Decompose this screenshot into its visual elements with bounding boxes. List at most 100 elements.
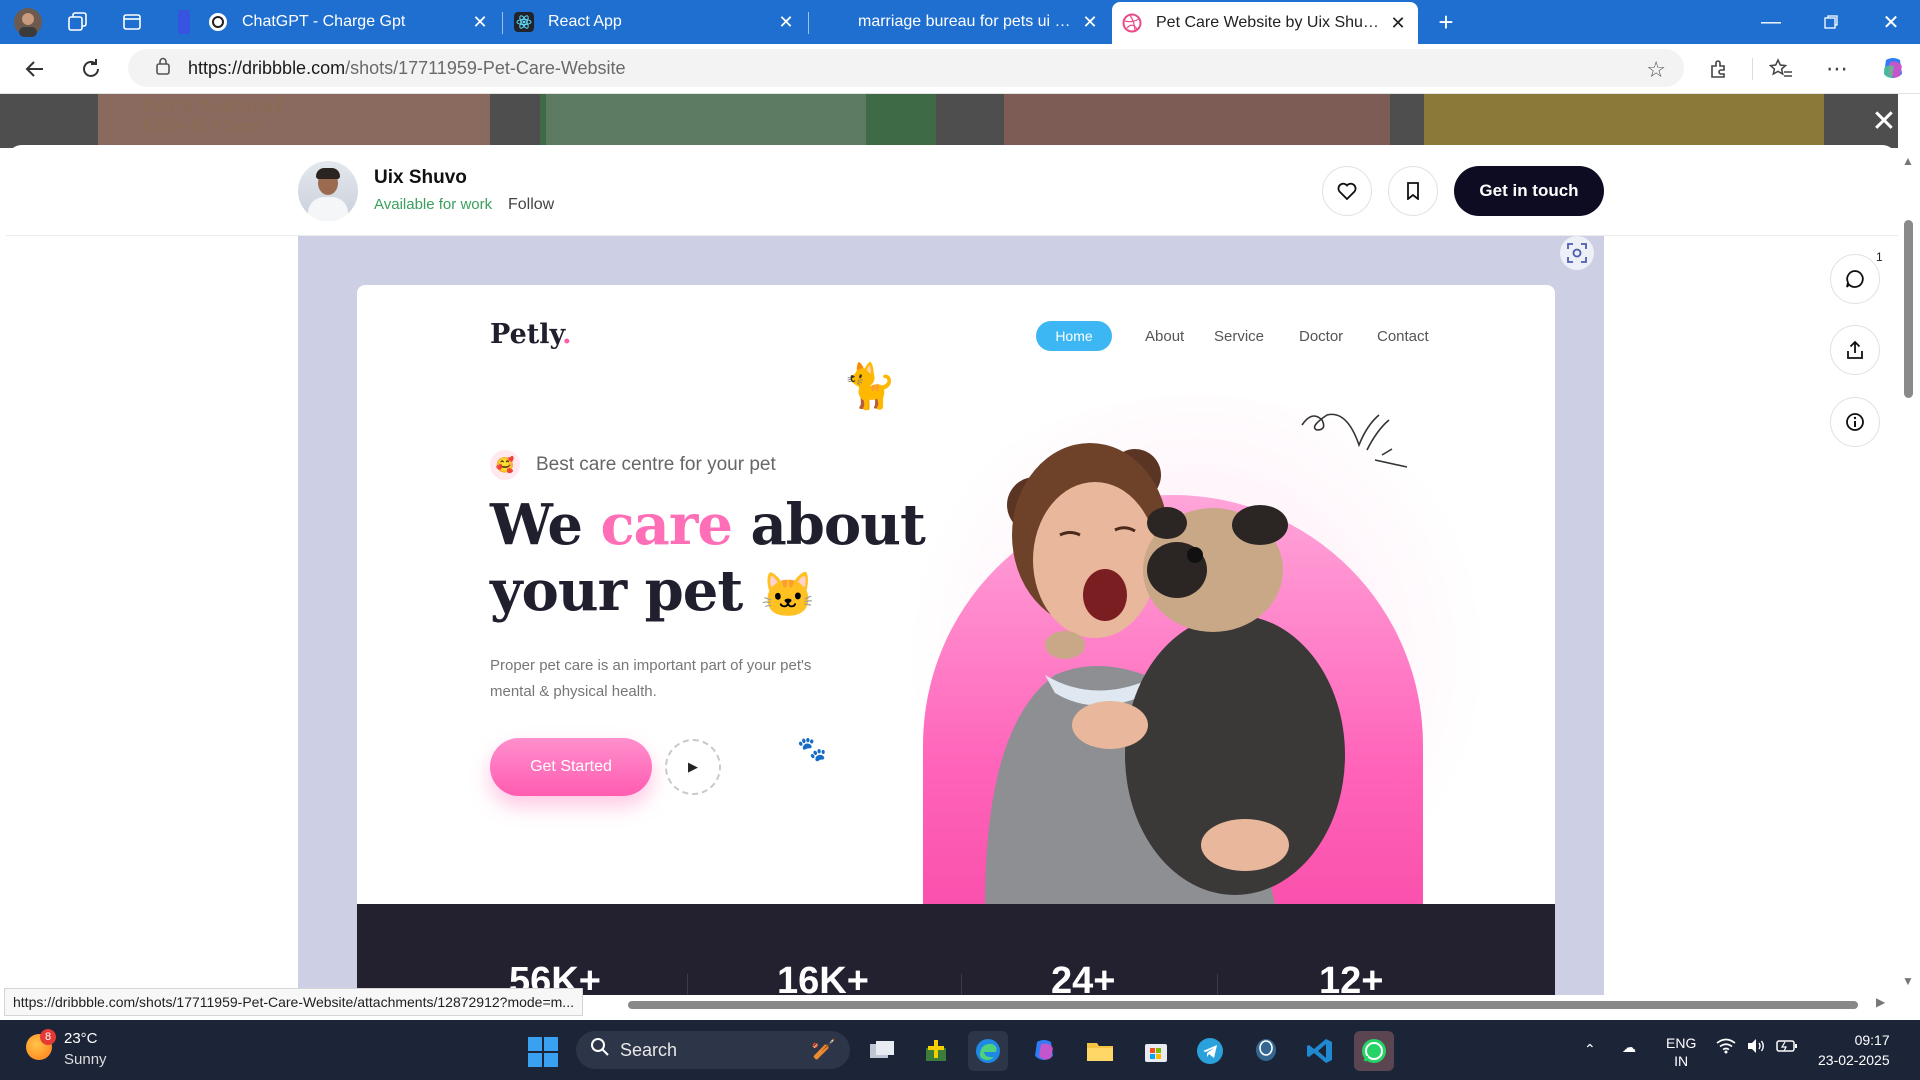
vscode-icon[interactable] (1300, 1031, 1340, 1071)
follow-button[interactable]: Follow (508, 196, 554, 214)
play-icon: ▶ (665, 739, 721, 795)
task-view-icon[interactable] (862, 1031, 902, 1071)
paw-prints-icon: 🐾 (797, 736, 827, 763)
petly-nav-doctor: Doctor (1299, 328, 1344, 345)
bookmark-icon (1407, 182, 1419, 200)
weather-temp[interactable]: 23°C (64, 1030, 98, 1047)
battery-icon[interactable] (1776, 1038, 1798, 1058)
cat-face-icon: 🐱 (760, 570, 816, 621)
extensions-icon[interactable] (1702, 52, 1736, 86)
volume-icon[interactable] (1746, 1038, 1766, 1058)
woman-with-pug-photo (985, 443, 1345, 904)
tab-group-marker (178, 10, 190, 34)
taskbar-clock[interactable]: 09:17 23-02-2025 (1818, 1030, 1890, 1070)
tab-pet-care-website[interactable]: Pet Care Website by Uix Shuvo on ✕ (1112, 2, 1418, 44)
save-button[interactable] (1388, 166, 1438, 216)
scroll-down-icon[interactable]: ▼ (1902, 974, 1914, 988)
search-highlight-icon: 🏏 (811, 1039, 836, 1061)
petly-nav-contact: Contact (1377, 328, 1429, 345)
background-page-strip: Pet's Natural Life & Care (0, 94, 1920, 148)
headline-about: about (731, 492, 925, 558)
kicker-text: Best care centre for your pet (536, 454, 776, 475)
close-tab-icon[interactable]: ✕ (1388, 13, 1408, 34)
petly-description: Proper pet care is an important part of … (490, 657, 812, 700)
tab-marriage-bureau[interactable]: marriage bureau for pets ui screen ✕ (814, 0, 1110, 44)
app-store-plus-icon[interactable] (916, 1031, 956, 1071)
logo-dot: . (562, 319, 572, 350)
designer-name[interactable]: Uix Shuvo (374, 167, 467, 189)
edge-icon[interactable] (968, 1031, 1008, 1071)
lang-line2: IN (1674, 1053, 1689, 1069)
wifi-icon[interactable] (1716, 1038, 1736, 1058)
search-label: Search (620, 1039, 678, 1060)
new-tab-icon[interactable]: + (1430, 6, 1462, 38)
tab-separator (502, 12, 503, 34)
comments-button[interactable] (1830, 254, 1880, 304)
designer-avatar[interactable] (298, 161, 358, 221)
close-tab-icon[interactable]: ✕ (776, 12, 796, 33)
address-bar-row: https://dribbble.com/shots/17711959-Pet-… (0, 44, 1920, 94)
scroll-up-icon[interactable]: ▲ (1902, 154, 1914, 168)
minimize-icon[interactable]: — (1742, 0, 1800, 44)
close-tab-icon[interactable]: ✕ (470, 12, 490, 33)
postgresql-icon[interactable] (1246, 1031, 1286, 1071)
lock-icon[interactable] (150, 57, 176, 79)
url-field[interactable]: https://dribbble.com/shots/17711959-Pet-… (128, 49, 1684, 87)
profile-avatar-icon[interactable] (12, 6, 44, 38)
refresh-icon[interactable] (74, 52, 108, 86)
windows-start-icon[interactable] (528, 1037, 558, 1067)
vertical-scrollbar[interactable]: ▲ ▼ (1898, 94, 1920, 1000)
chatgpt-icon (208, 12, 228, 32)
file-explorer-icon[interactable] (1080, 1031, 1120, 1071)
background-heading-line: Life & Care (142, 115, 263, 137)
tab-actions-icon[interactable] (116, 6, 148, 38)
scroll-right-icon[interactable]: ▶ (1876, 995, 1885, 1009)
tab-chatgpt[interactable]: ChatGPT - Charge Gpt ✕ (198, 0, 500, 44)
more-icon[interactable]: ⋯ (1820, 52, 1854, 86)
smiling-face-icon: 🥰 (490, 450, 520, 480)
stat-value: 12+ (1319, 960, 1384, 995)
vertical-scroll-thumb[interactable] (1904, 220, 1913, 398)
back-icon[interactable] (18, 52, 52, 86)
search-icon (590, 1037, 610, 1063)
telegram-icon[interactable] (1190, 1031, 1230, 1071)
workspaces-icon[interactable] (62, 6, 94, 38)
shot-header: Uix Shuvo Available for work Follow Get … (6, 145, 1898, 236)
shot-details-button[interactable] (1830, 397, 1880, 447)
tab-title: ChatGPT - Charge Gpt (242, 13, 406, 30)
copilot-icon[interactable] (1876, 52, 1910, 86)
petly-nav-service: Service (1214, 328, 1265, 345)
weather-badge: 8 (40, 1029, 56, 1045)
stat-divider (961, 974, 962, 995)
petly-hero-card: Petly. Home About Service Doctor Contact… (357, 285, 1555, 904)
window-close-icon[interactable]: ✕ (1862, 0, 1920, 44)
toolbar-divider (1752, 58, 1753, 80)
horizontal-scroll-thumb[interactable] (628, 1001, 1858, 1009)
react-icon (514, 12, 534, 32)
zoom-icon[interactable] (1560, 236, 1594, 270)
close-tab-icon[interactable]: ✕ (1080, 12, 1100, 33)
blank-page-icon (824, 12, 844, 32)
onedrive-icon[interactable]: ☁ (1622, 1038, 1636, 1056)
tab-react-app[interactable]: React App ✕ (504, 0, 806, 44)
language-indicator[interactable]: ENG IN (1666, 1034, 1696, 1070)
shot-canvas[interactable]: Petly. Home About Service Doctor Contact… (298, 236, 1604, 995)
get-in-touch-button[interactable]: Get in touch (1454, 166, 1604, 216)
like-button[interactable] (1322, 166, 1372, 216)
weather-condition[interactable]: Sunny (64, 1051, 107, 1068)
star-icon[interactable]: ☆ (1646, 57, 1666, 83)
show-hidden-icons[interactable]: ⌃ (1584, 1040, 1596, 1058)
favorites-icon[interactable] (1764, 52, 1798, 86)
copilot-taskbar-icon[interactable] (1024, 1031, 1064, 1071)
share-button[interactable] (1830, 325, 1880, 375)
whatsapp-icon[interactable] (1354, 1031, 1394, 1071)
taskbar-search[interactable]: Search 🏏 (576, 1031, 850, 1069)
background-shot-thumb (1004, 94, 1390, 148)
petly-headline: We care about your pet 🐱 (490, 492, 926, 629)
petly-nav-about: About (1145, 328, 1185, 345)
restore-icon[interactable] (1802, 0, 1860, 44)
windows-taskbar: 8 23°C Sunny Search 🏏 ⌃ ☁ ENG IN 09:17 2… (0, 1020, 1920, 1080)
background-heading-line: Pet's Natural (142, 95, 282, 117)
stat-value: 24+ (1051, 960, 1116, 995)
microsoft-store-icon[interactable] (1136, 1031, 1176, 1071)
